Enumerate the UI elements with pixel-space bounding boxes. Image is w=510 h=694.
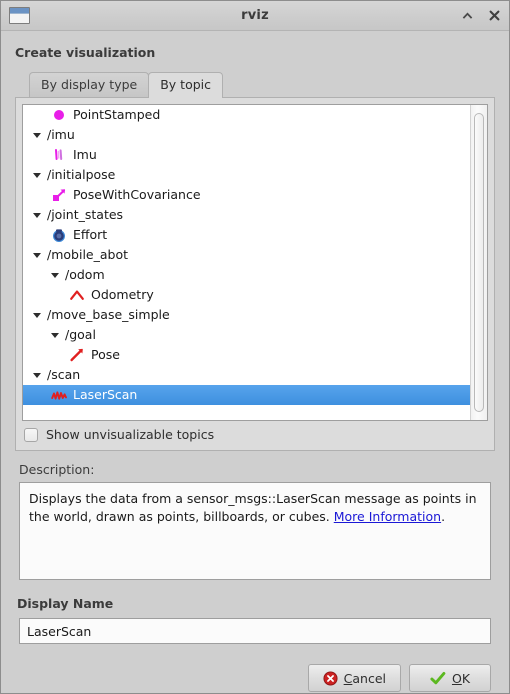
tree-row-label: Effort bbox=[73, 227, 108, 242]
dialog-body: Create visualization By display type By … bbox=[1, 31, 509, 692]
more-information-link[interactable]: More Information bbox=[334, 509, 441, 524]
tree-row-label: /scan bbox=[47, 367, 81, 382]
display-name-input[interactable] bbox=[19, 618, 491, 644]
cancel-button[interactable]: Cancel bbox=[307, 664, 401, 692]
tree-row-label: /initialpose bbox=[47, 167, 116, 182]
description-label: Description: bbox=[19, 462, 95, 477]
triangle-down-icon[interactable] bbox=[33, 132, 41, 138]
tree-row[interactable]: /imu bbox=[23, 125, 470, 145]
tree-row-label: /imu bbox=[47, 127, 75, 142]
title-bar: rviz bbox=[1, 1, 509, 31]
tree-row[interactable]: LaserScan bbox=[23, 385, 470, 405]
show-unvisualizable-topics-row[interactable]: Show unvisualizable topics bbox=[22, 421, 488, 444]
triangle-down-icon[interactable] bbox=[33, 212, 41, 218]
tree-row-label: LaserScan bbox=[73, 387, 138, 402]
window-title: rviz bbox=[241, 8, 269, 23]
description-text-tail: . bbox=[441, 509, 446, 524]
triangle-down-icon[interactable] bbox=[33, 172, 41, 178]
tree-row[interactable]: /joint_states bbox=[23, 205, 470, 225]
triangle-down-icon[interactable] bbox=[33, 312, 41, 318]
tree-row[interactable]: Pose bbox=[23, 345, 470, 365]
odometry-icon bbox=[69, 287, 85, 303]
imu-icon bbox=[51, 147, 67, 163]
tree-row-label: /joint_states bbox=[47, 207, 124, 222]
error-circle-icon bbox=[323, 670, 338, 686]
pose-with-covariance-icon bbox=[51, 187, 67, 203]
tree-row[interactable]: Odometry bbox=[23, 285, 470, 305]
ok-button[interactable]: OK bbox=[409, 664, 491, 692]
tab-by-topic[interactable]: By topic bbox=[148, 72, 224, 98]
show-unvisualizable-topics-checkbox[interactable] bbox=[24, 427, 38, 442]
tree-row-label: /goal bbox=[65, 327, 96, 342]
tree-row-label: Pose bbox=[91, 347, 120, 362]
pose-icon bbox=[69, 347, 85, 363]
tree-row[interactable]: /odom bbox=[23, 265, 470, 285]
tab-panel-by-topic: PointStamped/imu Imu/initialpose PoseWithC… bbox=[15, 97, 495, 451]
topic-tree-rows: PointStamped/imu Imu/initialpose PoseWithC… bbox=[23, 105, 470, 420]
triangle-down-icon[interactable] bbox=[33, 372, 41, 378]
close-icon bbox=[489, 10, 499, 21]
tree-row-label: /mobile_abot bbox=[47, 247, 128, 262]
check-icon bbox=[430, 671, 446, 684]
description-box: Displays the data from a sensor_msgs::La… bbox=[19, 482, 491, 580]
tree-scrollbar[interactable] bbox=[470, 105, 487, 420]
ok-button-label: OK bbox=[451, 670, 471, 686]
tree-row[interactable]: PoseWithCovariance bbox=[23, 185, 470, 205]
window-icon bbox=[9, 7, 30, 24]
tree-row-label: /move_base_simple bbox=[47, 307, 170, 322]
tree-row-label: PoseWithCovariance bbox=[73, 187, 201, 202]
triangle-down-icon[interactable] bbox=[51, 272, 59, 278]
tree-row-label: Odometry bbox=[91, 287, 154, 302]
display-name-label: Display Name bbox=[17, 596, 114, 611]
tree-row[interactable]: Effort bbox=[23, 225, 470, 245]
topic-tree[interactable]: PointStamped/imu Imu/initialpose PoseWithC… bbox=[22, 104, 488, 421]
tree-row[interactable]: /initialpose bbox=[23, 165, 470, 185]
close-button[interactable] bbox=[487, 9, 501, 23]
tab-bar: By display type By topic bbox=[29, 72, 495, 98]
tree-row[interactable]: Imu bbox=[23, 145, 470, 165]
tree-row[interactable]: /move_base_simple bbox=[23, 305, 470, 325]
tree-row-label: Imu bbox=[73, 147, 97, 162]
tab-by-display-type[interactable]: By display type bbox=[29, 72, 150, 97]
tree-row[interactable]: /goal bbox=[23, 325, 470, 345]
shade-button[interactable] bbox=[460, 9, 474, 23]
point-stamped-icon bbox=[51, 107, 67, 123]
dialog-button-row: Cancel OK bbox=[15, 664, 491, 692]
tree-scrollbar-thumb[interactable] bbox=[474, 113, 484, 412]
triangle-down-icon[interactable] bbox=[51, 332, 59, 338]
title-bar-buttons bbox=[460, 9, 501, 23]
page-title: Create visualization bbox=[15, 45, 156, 60]
tree-row-label: /odom bbox=[65, 267, 105, 282]
effort-icon bbox=[51, 227, 67, 243]
laser-scan-icon bbox=[51, 387, 67, 403]
tree-row-label: PointStamped bbox=[73, 107, 161, 122]
show-unvisualizable-topics-label: Show unvisualizable topics bbox=[46, 427, 215, 442]
chevron-up-icon bbox=[462, 12, 472, 19]
tree-row[interactable]: /mobile_abot bbox=[23, 245, 470, 265]
rviz-create-visualization-dialog: rviz Create visualization By display typ… bbox=[0, 0, 510, 694]
cancel-button-label: Cancel bbox=[343, 670, 386, 686]
tree-row[interactable]: PointStamped bbox=[23, 105, 470, 125]
tree-row[interactable]: /scan bbox=[23, 365, 470, 385]
triangle-down-icon[interactable] bbox=[33, 252, 41, 258]
